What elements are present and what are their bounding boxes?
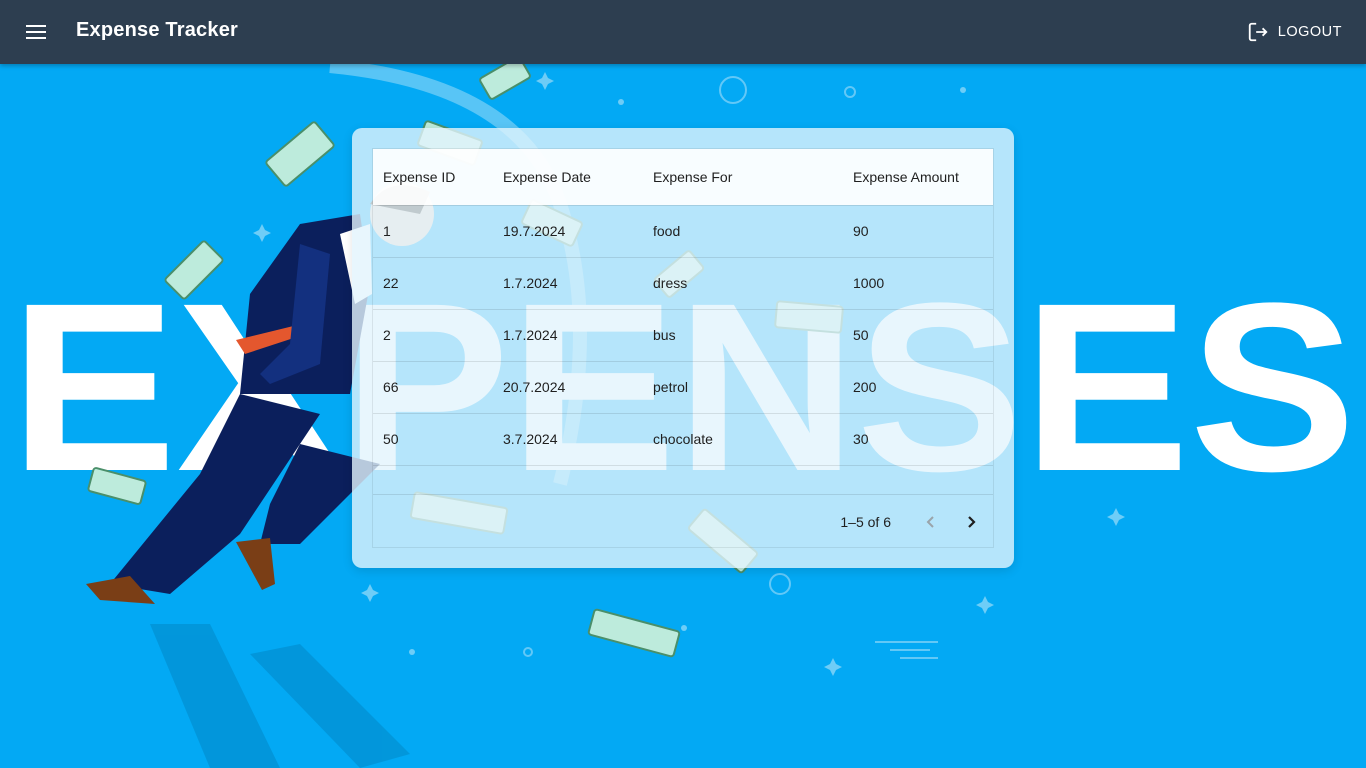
column-header-expense-id[interactable]: Expense ID bbox=[373, 149, 493, 206]
cell-expense-amount: 30 bbox=[843, 413, 993, 466]
cell-expense-for: food bbox=[643, 205, 843, 258]
cell-expense-amount: 50 bbox=[843, 309, 993, 362]
cell-expense-amount: 90 bbox=[843, 205, 993, 258]
cell-expense-date: 1.7.2024 bbox=[493, 309, 643, 362]
chevron-left-icon bbox=[926, 516, 934, 528]
table-pagination: 1–5 of 6 bbox=[373, 494, 993, 548]
cell-expense-date: 3.7.2024 bbox=[493, 413, 643, 466]
expense-table: Expense ID Expense Date Expense For Expe… bbox=[372, 148, 994, 548]
table-row[interactable]: 66 20.7.2024 petrol 200 bbox=[373, 361, 993, 414]
cell-expense-id: 22 bbox=[373, 257, 493, 310]
table-header-row: Expense ID Expense Date Expense For Expe… bbox=[373, 149, 993, 206]
cell-expense-date: 19.7.2024 bbox=[493, 205, 643, 258]
cell-expense-amount: 1000 bbox=[843, 257, 993, 310]
table-row[interactable]: 50 3.7.2024 chocolate 30 bbox=[373, 413, 993, 466]
cell-expense-id: 66 bbox=[373, 361, 493, 414]
app-title: Expense Tracker bbox=[76, 19, 238, 41]
table-row[interactable]: 22 1.7.2024 dress 1000 bbox=[373, 257, 993, 310]
cell-expense-for: petrol bbox=[643, 361, 843, 414]
previous-page-button[interactable] bbox=[917, 508, 945, 536]
cell-expense-for: bus bbox=[643, 309, 843, 362]
cell-expense-id: 1 bbox=[373, 205, 493, 258]
column-header-expense-amount[interactable]: Expense Amount bbox=[843, 149, 993, 206]
menu-button[interactable] bbox=[16, 12, 56, 52]
table-row[interactable]: 1 19.7.2024 food 90 bbox=[373, 205, 993, 258]
chevron-right-icon bbox=[968, 516, 976, 528]
next-page-button[interactable] bbox=[957, 508, 985, 536]
cell-expense-for: chocolate bbox=[643, 413, 843, 466]
column-header-expense-for[interactable]: Expense For bbox=[643, 149, 843, 206]
cell-expense-for: dress bbox=[643, 257, 843, 310]
app-bar: Expense Tracker LOGOUT bbox=[0, 0, 1366, 64]
pagination-label: 1–5 of 6 bbox=[840, 514, 891, 530]
table-row[interactable]: 2 1.7.2024 bus 50 bbox=[373, 309, 993, 362]
logout-label: LOGOUT bbox=[1277, 24, 1342, 40]
column-header-expense-date[interactable]: Expense Date bbox=[493, 149, 643, 206]
expense-table-card: Expense ID Expense Date Expense For Expe… bbox=[352, 128, 1014, 568]
cell-expense-amount: 200 bbox=[843, 361, 993, 414]
cell-expense-id: 2 bbox=[373, 309, 493, 362]
cell-expense-date: 1.7.2024 bbox=[493, 257, 643, 310]
menu-icon bbox=[26, 25, 46, 39]
logout-icon bbox=[1248, 22, 1268, 42]
cell-expense-date: 20.7.2024 bbox=[493, 361, 643, 414]
cell-expense-id: 50 bbox=[373, 413, 493, 466]
logout-button[interactable]: LOGOUT bbox=[1247, 14, 1342, 50]
